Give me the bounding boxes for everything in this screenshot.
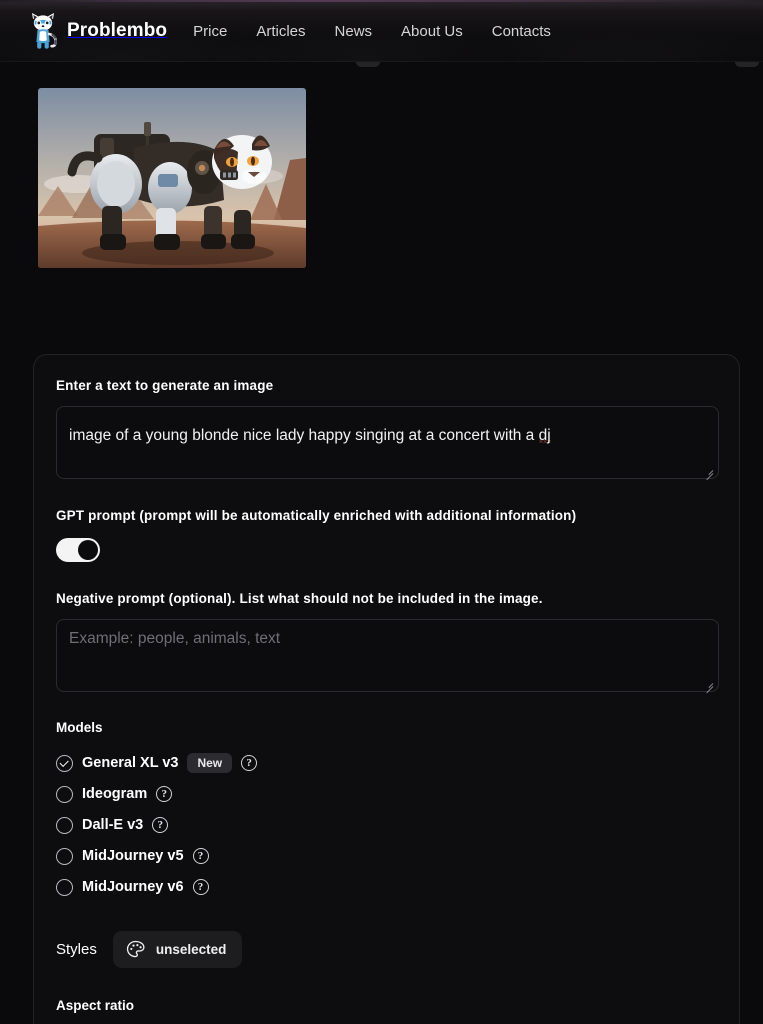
model-label: MidJourney v5 bbox=[82, 848, 184, 865]
nav-item-articles[interactable]: Articles bbox=[256, 23, 305, 40]
model-label: General XL v3 bbox=[82, 755, 179, 772]
radio-icon[interactable] bbox=[56, 785, 73, 803]
prompt-input[interactable] bbox=[56, 405, 719, 479]
page-body: Enter a text to generate an image image … bbox=[0, 62, 763, 1024]
gpt-prompt-toggle[interactable] bbox=[56, 538, 100, 563]
prompt-input-wrap: image of a young blonde nice lady happy … bbox=[56, 405, 719, 480]
negative-prompt-label: Negative prompt (optional). List what sh… bbox=[56, 591, 543, 607]
scrolled-away-controls-strip bbox=[0, 62, 763, 70]
model-label: MidJourney v6 bbox=[82, 879, 184, 896]
help-icon[interactable]: ? bbox=[156, 786, 173, 803]
main-nav: Price Articles News About Us Contacts bbox=[193, 23, 551, 40]
radio-checked-icon[interactable] bbox=[56, 754, 73, 772]
model-option-general-xl-v3[interactable]: General XL v3 New ? bbox=[56, 748, 717, 779]
site-header: Problembo Price Articles News About Us C… bbox=[0, 0, 763, 62]
model-label: Ideogram bbox=[82, 786, 148, 803]
ghost-chip bbox=[735, 62, 759, 67]
negative-prompt-input[interactable] bbox=[56, 618, 719, 692]
brand-name: Problembo bbox=[67, 20, 168, 41]
negative-prompt-input-wrap bbox=[56, 618, 719, 693]
prompt-label: Enter a text to generate an image bbox=[56, 378, 274, 393]
image-generator-card: Enter a text to generate an image image … bbox=[33, 354, 740, 1024]
radio-icon[interactable] bbox=[56, 816, 73, 834]
styles-selector-button[interactable]: unselected bbox=[112, 930, 243, 968]
gpt-prompt-label: GPT prompt (prompt will be automatically… bbox=[56, 507, 577, 523]
model-option-ideogram[interactable]: Ideogram ? bbox=[56, 779, 717, 810]
palette-icon bbox=[126, 940, 145, 957]
styles-label: Styles bbox=[56, 940, 97, 958]
radio-icon[interactable] bbox=[56, 847, 73, 865]
toggle-knob bbox=[78, 540, 98, 561]
radio-icon[interactable] bbox=[56, 878, 73, 896]
styles-row: Styles unselected bbox=[56, 930, 717, 968]
robot-cat-artwork bbox=[38, 88, 306, 268]
help-icon[interactable]: ? bbox=[152, 817, 169, 834]
help-icon[interactable]: ? bbox=[241, 755, 258, 772]
nav-item-contacts[interactable]: Contacts bbox=[492, 23, 551, 40]
model-option-midjourney-v6[interactable]: MidJourney v6 ? bbox=[56, 872, 717, 903]
help-icon[interactable]: ? bbox=[192, 879, 209, 896]
nav-item-about-us[interactable]: About Us bbox=[401, 23, 463, 40]
styles-value: unselected bbox=[155, 941, 227, 957]
model-option-dall-e-v3[interactable]: Dall-E v3 ? bbox=[56, 810, 717, 841]
aspect-ratio-heading: Aspect ratio bbox=[56, 997, 135, 1013]
raccoon-mascot-icon bbox=[32, 13, 57, 49]
help-icon[interactable]: ? bbox=[192, 848, 209, 865]
brand-logo-link[interactable]: Problembo bbox=[28, 12, 167, 50]
nav-item-price[interactable]: Price bbox=[193, 23, 227, 40]
generated-image-preview[interactable] bbox=[38, 88, 306, 268]
model-label: Dall-E v3 bbox=[82, 817, 144, 834]
model-option-midjourney-v5[interactable]: MidJourney v5 ? bbox=[56, 841, 717, 872]
nav-item-news[interactable]: News bbox=[335, 23, 373, 40]
new-badge: New bbox=[187, 753, 233, 774]
models-heading: Models bbox=[56, 719, 103, 735]
ghost-chip bbox=[356, 62, 380, 67]
